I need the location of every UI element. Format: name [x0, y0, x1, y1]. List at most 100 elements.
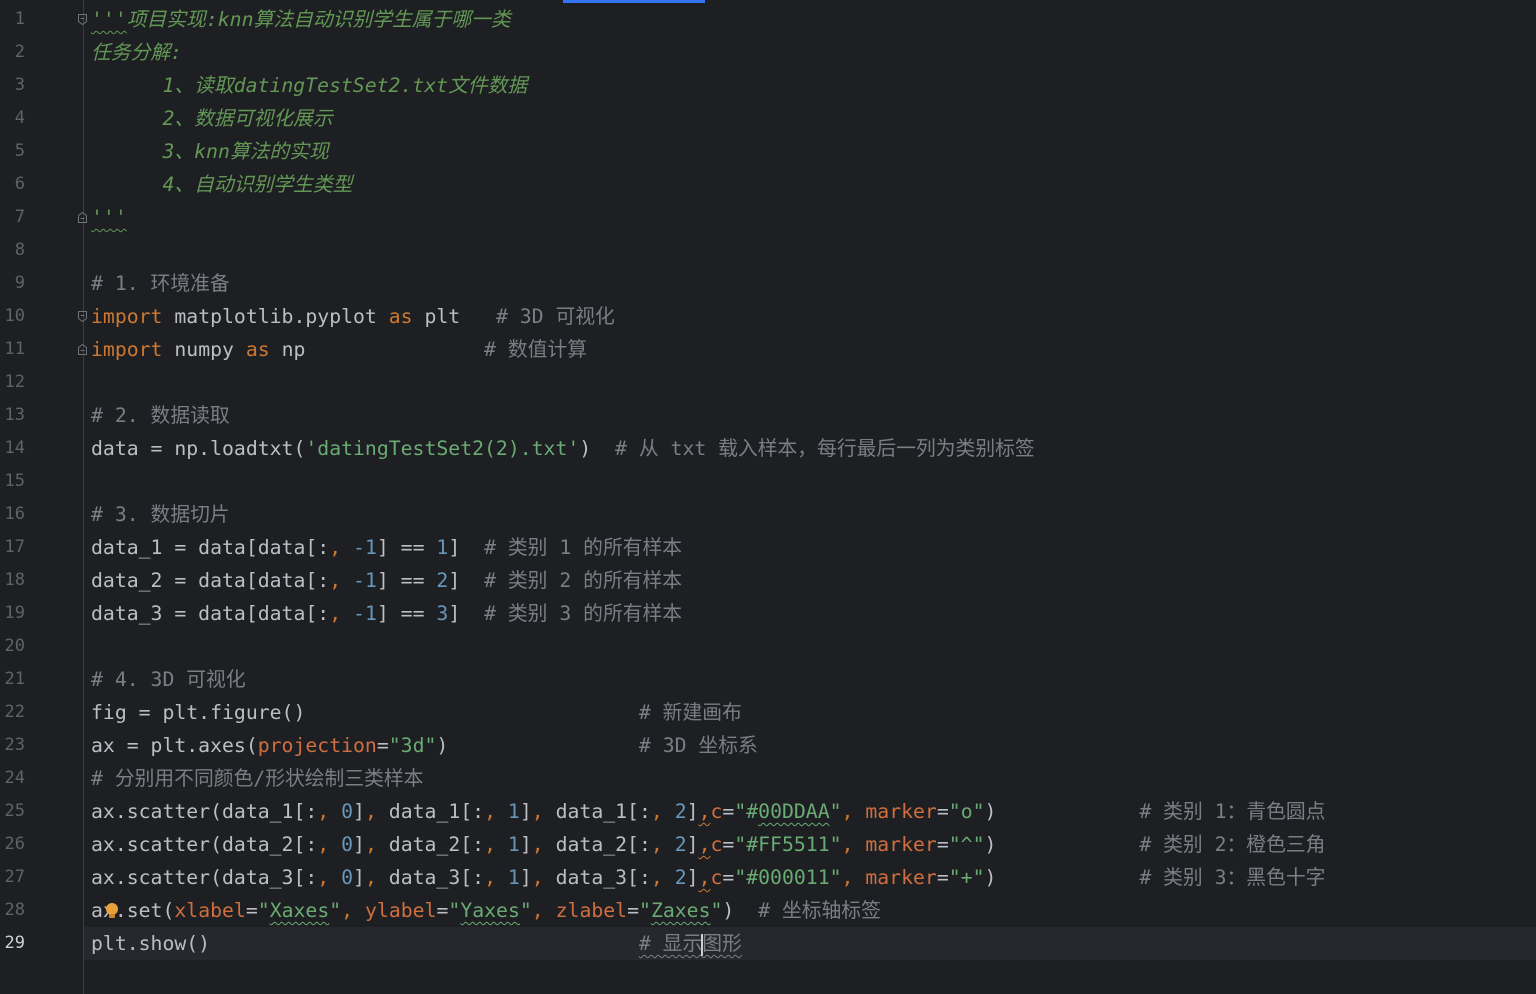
- code-line[interactable]: 8: [0, 234, 1536, 267]
- code-token: ,: [841, 866, 854, 889]
- code-line[interactable]: 26 ax.scatter(data_2[:, 0], data_2[:, 1],…: [0, 828, 1536, 861]
- line-number[interactable]: 12: [0, 366, 25, 399]
- intention-bulb-icon[interactable]: [104, 902, 120, 920]
- code-text[interactable]: data_3 = data[data[:, -1] == 3] # 类别 3 的…: [91, 597, 682, 630]
- code-text[interactable]: import matplotlib.pyplot as plt # 3D 可视化: [91, 300, 615, 333]
- fold-start-icon[interactable]: [77, 310, 88, 323]
- code-text[interactable]: data = np.loadtxt('datingTestSet2(2).txt…: [91, 432, 1035, 465]
- code-text[interactable]: plt.show() # 显示图形: [91, 927, 742, 960]
- line-number[interactable]: 25: [0, 795, 25, 828]
- line-number[interactable]: 6: [0, 168, 25, 201]
- code-text[interactable]: 任务分解:: [91, 36, 182, 69]
- code-text[interactable]: '''项目实现:knn算法自动识别学生属于哪一类: [91, 3, 511, 36]
- line-number[interactable]: 29: [0, 927, 25, 960]
- code-line[interactable]: 25 ax.scatter(data_1[:, 0], data_1[:, 1],…: [0, 795, 1536, 828]
- line-number[interactable]: 23: [0, 729, 25, 762]
- code-line[interactable]: 7 ''': [0, 201, 1536, 234]
- code-line[interactable]: 11 import numpy as np # 数值计算: [0, 333, 1536, 366]
- code-token: ]: [448, 536, 485, 559]
- code-text[interactable]: data_2 = data[data[:, -1] == 2] # 类别 2 的…: [91, 564, 682, 597]
- code-line[interactable]: 4 2、数据可视化展示: [0, 102, 1536, 135]
- line-number[interactable]: 22: [0, 696, 25, 729]
- code-text[interactable]: import numpy as np # 数值计算: [91, 333, 587, 366]
- code-line[interactable]: 2 任务分解:: [0, 36, 1536, 69]
- line-number[interactable]: 15: [0, 465, 25, 498]
- line-number[interactable]: 16: [0, 498, 25, 531]
- code-line[interactable]: 15: [0, 465, 1536, 498]
- line-number[interactable]: 7: [0, 201, 25, 234]
- code-line[interactable]: 6 4、自动识别学生类型: [0, 168, 1536, 201]
- code-text[interactable]: # 4. 3D 可视化: [91, 663, 246, 696]
- line-number[interactable]: 1: [0, 3, 25, 36]
- code-token: ax.scatter(data_2[:: [91, 833, 318, 856]
- code-text[interactable]: 2、数据可视化展示: [91, 102, 332, 135]
- code-line[interactable]: 28 ax.set(xlabel="Xaxes", ylabel="Yaxes",…: [0, 894, 1536, 927]
- code-line[interactable]: 12: [0, 366, 1536, 399]
- code-text[interactable]: ''': [91, 201, 127, 234]
- code-line[interactable]: 3 1、读取datingTestSet2.txt文件数据: [0, 69, 1536, 102]
- fold-end-icon[interactable]: [77, 343, 88, 356]
- line-number[interactable]: 10: [0, 300, 25, 333]
- code-token: =: [627, 899, 640, 922]
- code-token: data_3[:: [543, 866, 651, 889]
- line-number[interactable]: 3: [0, 69, 25, 102]
- code-line[interactable]: 17 data_1 = data[data[:, -1] == 1] # 类别 1…: [0, 531, 1536, 564]
- line-number[interactable]: 13: [0, 399, 25, 432]
- code-text[interactable]: # 1. 环境准备: [91, 267, 230, 300]
- line-number[interactable]: 17: [0, 531, 25, 564]
- code-line[interactable]: 19 data_3 = data[data[:, -1] == 3] # 类别 3…: [0, 597, 1536, 630]
- line-number[interactable]: 24: [0, 762, 25, 795]
- code-line[interactable]: 27 ax.scatter(data_3[:, 0], data_3[:, 1],…: [0, 861, 1536, 894]
- line-number[interactable]: 11: [0, 333, 25, 366]
- code-line[interactable]: 1 '''项目实现:knn算法自动识别学生属于哪一类: [0, 3, 1536, 36]
- code-line[interactable]: 16 # 3. 数据切片: [0, 498, 1536, 531]
- code-text[interactable]: ax.scatter(data_1[:, 0], data_1[:, 1], d…: [91, 795, 1325, 828]
- code-text[interactable]: ax.scatter(data_2[:, 0], data_2[:, 1], d…: [91, 828, 1325, 861]
- code-text[interactable]: # 2. 数据读取: [91, 399, 230, 432]
- line-number[interactable]: 5: [0, 135, 25, 168]
- code-line[interactable]: 5 3、knn算法的实现: [0, 135, 1536, 168]
- fold-end-icon[interactable]: [77, 211, 88, 224]
- code-text[interactable]: ax = plt.axes(projection="3d") # 3D 坐标系: [91, 729, 758, 762]
- code-text[interactable]: 3、knn算法的实现: [91, 135, 328, 168]
- line-number[interactable]: 2: [0, 36, 25, 69]
- line-number[interactable]: 4: [0, 102, 25, 135]
- code-line[interactable]: 23 ax = plt.axes(projection="3d") # 3D 坐标…: [0, 729, 1536, 762]
- code-line[interactable]: 20: [0, 630, 1536, 663]
- code-text[interactable]: ax.scatter(data_3[:, 0], data_3[:, 1], d…: [91, 861, 1325, 894]
- line-number[interactable]: 26: [0, 828, 25, 861]
- line-number[interactable]: 14: [0, 432, 25, 465]
- code-line[interactable]: 14 data = np.loadtxt('datingTestSet2(2).t…: [0, 432, 1536, 465]
- line-number[interactable]: 27: [0, 861, 25, 894]
- code-editor[interactable]: 1 '''项目实现:knn算法自动识别学生属于哪一类 2 任务分解: 3 1、读取dat…: [0, 0, 1536, 994]
- code-line[interactable]: 24 # 分别用不同颜色/形状绘制三类样本: [0, 762, 1536, 795]
- line-number[interactable]: 9: [0, 267, 25, 300]
- line-number[interactable]: 20: [0, 630, 25, 663]
- code-line[interactable]: 10 import matplotlib.pyplot as plt # 3D 可…: [0, 300, 1536, 333]
- line-number[interactable]: 8: [0, 234, 25, 267]
- code-text[interactable]: fig = plt.figure() # 新建画布: [91, 696, 742, 729]
- code-line[interactable]: 22 fig = plt.figure() # 新建画布: [0, 696, 1536, 729]
- code-text[interactable]: # 分别用不同颜色/形状绘制三类样本: [91, 762, 423, 795]
- code-token: ]: [686, 800, 699, 823]
- code-text[interactable]: ax.set(xlabel="Xaxes", ylabel="Yaxes", z…: [91, 894, 881, 927]
- code-text[interactable]: # 3. 数据切片: [91, 498, 230, 531]
- code-token: 1: [507, 800, 520, 823]
- code-token: -1: [353, 536, 377, 559]
- line-number[interactable]: 28: [0, 894, 25, 927]
- code-line[interactable]: 9 # 1. 环境准备: [0, 267, 1536, 300]
- line-number[interactable]: 18: [0, 564, 25, 597]
- line-number[interactable]: 19: [0, 597, 25, 630]
- line-number[interactable]: 21: [0, 663, 25, 696]
- code-text[interactable]: 1、读取datingTestSet2.txt文件数据: [91, 69, 527, 102]
- code-text[interactable]: 4、自动识别学生类型: [91, 168, 352, 201]
- code-token: ylabel: [365, 899, 437, 922]
- code-line[interactable]: 13 # 2. 数据读取: [0, 399, 1536, 432]
- fold-start-icon[interactable]: [77, 13, 88, 26]
- code-text[interactable]: data_1 = data[data[:, -1] == 1] # 类别 1 的…: [91, 531, 682, 564]
- code-token: ": [829, 800, 842, 823]
- code-line[interactable]: 21 # 4. 3D 可视化: [0, 663, 1536, 696]
- code-line[interactable]: 29 plt.show() # 显示图形: [0, 927, 1536, 960]
- code-line[interactable]: 18 data_2 = data[data[:, -1] == 2] # 类别 2…: [0, 564, 1536, 597]
